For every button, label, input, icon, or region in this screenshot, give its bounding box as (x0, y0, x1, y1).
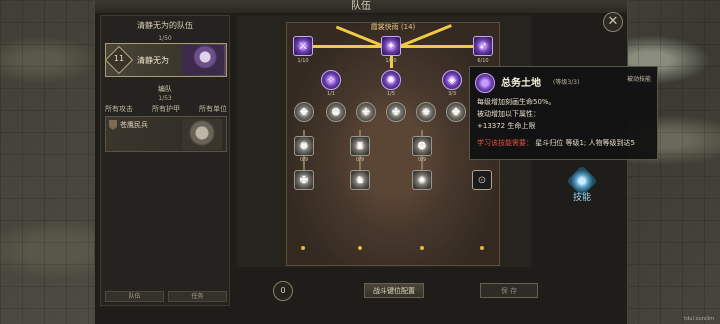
skill-icon (475, 73, 495, 93)
skill-node-r4-2[interactable]: ♜ (350, 136, 370, 156)
skill-node-r5-2[interactable]: ♞ (350, 170, 370, 190)
skill-node-r5-4[interactable]: ⊙ (472, 170, 492, 190)
skill-node-level: 0/9 (355, 157, 365, 163)
skill-node-r3-1[interactable]: ✥ (294, 102, 314, 122)
team-list-panel: 清静无为的队伍 1/50 11 清静无为 编队 1/53 所有攻击 所有护甲 所… (100, 15, 230, 306)
filter-unit[interactable]: 所有单位 (199, 104, 227, 114)
hero-portrait (182, 45, 224, 75)
skill-node-r3-5[interactable]: ❈ (416, 102, 436, 122)
skill-node-r4-3[interactable]: ✪ (412, 136, 432, 156)
skill-node-level: 1/10 (297, 58, 309, 64)
skill-node-top-center[interactable]: ✦ (381, 36, 401, 56)
battle-keybind-button[interactable]: 战斗键位配置 (364, 283, 424, 298)
hero-card[interactable]: 11 清静无为 (104, 43, 227, 77)
skill-points-counter: 0 (273, 281, 293, 301)
skill-node-mid-left[interactable]: ✧ (321, 70, 341, 90)
skill-node-r3-2[interactable]: ❂ (326, 102, 346, 122)
skill-node-r5-1[interactable]: ✠ (294, 170, 314, 190)
skill-tree-title: 霞裳快雨 (14) (370, 23, 416, 31)
skill-node-top-left[interactable]: ⚔ (293, 36, 313, 56)
skill-node-mid-right[interactable]: ◈ (442, 70, 462, 90)
window-title: 队伍 (95, 0, 627, 13)
skill-node-level: 1/1 (326, 91, 336, 97)
hero-level: 11 (113, 54, 125, 63)
skill-node-top-right[interactable]: ➶ (473, 36, 493, 56)
progress-dot (480, 246, 484, 250)
requirement-label: 学习该技能需要： (477, 139, 533, 147)
requirement-text: 星斗归位 等级1; 人物等级到达5 (535, 139, 635, 147)
skill-node-level: 1/5 (386, 91, 396, 97)
skill-tooltip: 总务土地 (等级3/3) 被动技能 每级增加刻画生命50%。 被动增加以下属性：… (469, 66, 658, 160)
filter-attack[interactable]: 所有攻击 (105, 104, 133, 114)
unit-filters: 所有攻击 所有护甲 所有单位 (105, 104, 227, 114)
left-bottom-tabs: 队伍 任务 (105, 291, 227, 302)
tooltip-line-3: +13372 生命上限 (477, 122, 536, 130)
skill-node-r4-1[interactable]: ☸ (294, 136, 314, 156)
watermark: tdul.ourslim (684, 316, 714, 322)
skill-node-level: 0/9 (299, 157, 309, 163)
tooltip-skill-name: 总务土地 (501, 78, 541, 89)
tooltip-skill-level: (等级3/3) (553, 79, 580, 86)
tooltip-line-1: 每级增加刻画生命50%。 (477, 98, 556, 106)
skill-node-level: 6/10 (477, 58, 489, 64)
skill-node-level: 1/10 (385, 58, 397, 64)
unit-name: 苍鹰民兵 (120, 121, 148, 129)
filter-armor[interactable]: 所有护甲 (152, 104, 180, 114)
unit-portrait (182, 119, 222, 150)
squad-count: 1/53 (158, 95, 172, 102)
skill-node-level: 3/3 (447, 91, 457, 97)
skill-node-r3-3[interactable]: ✢ (356, 102, 376, 122)
team-title: 清静无为的队伍 (137, 21, 193, 30)
progress-dot (301, 246, 305, 250)
hero-name: 清静无为 (137, 56, 169, 65)
tab-team[interactable]: 队伍 (105, 291, 164, 302)
unit-card[interactable]: 苍鹰民兵 (105, 116, 227, 152)
skill-node-r3-4[interactable]: ✣ (386, 102, 406, 122)
skills-side-button[interactable]: 技能 (566, 165, 598, 206)
tab-task[interactable]: 任务 (168, 291, 227, 302)
team-count: 1/50 (158, 35, 172, 42)
skills-side-label: 技能 (572, 193, 591, 203)
save-button[interactable]: 保 存 (480, 283, 538, 298)
unit-rank-icon (109, 120, 117, 130)
tooltip-skill-type: 被动技能 (626, 76, 651, 83)
progress-dot (358, 246, 362, 250)
squad-title: 编队 (158, 85, 172, 93)
progress-dot (420, 246, 424, 250)
tooltip-requirement: 学习该技能需要： 星斗归位 等级1; 人物等级到达5 (477, 138, 655, 148)
close-button[interactable]: ✕ (603, 12, 623, 32)
skill-node-level: 0/9 (417, 157, 427, 163)
skill-node-r5-3[interactable]: ✦ (412, 170, 432, 190)
skill-node-mid-center[interactable]: ✺ (381, 70, 401, 90)
skill-node-r3-6[interactable]: ✤ (446, 102, 466, 122)
tooltip-line-2: 被动增加以下属性： (477, 110, 540, 118)
